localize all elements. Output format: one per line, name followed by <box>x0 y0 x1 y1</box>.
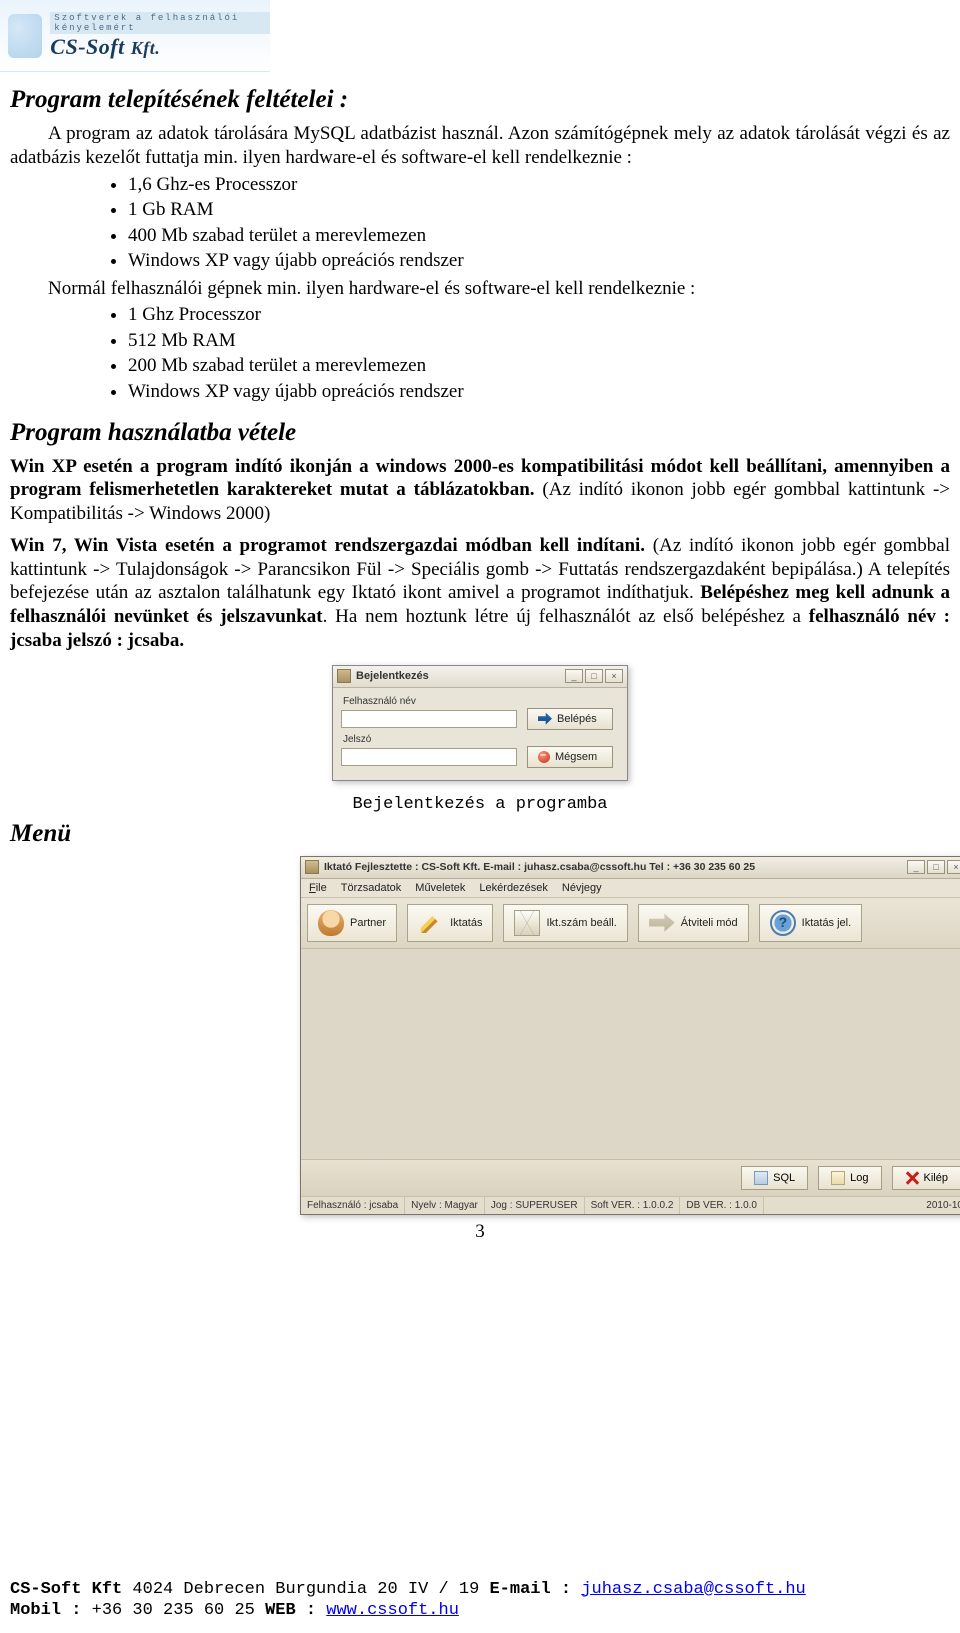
partner-icon <box>318 910 344 936</box>
toolbar-partner-button[interactable]: Partner <box>307 904 397 942</box>
enter-icon <box>538 713 552 725</box>
section-heading-requirements: Program telepítésének feltételei : <box>10 86 950 114</box>
sql-icon <box>754 1171 768 1185</box>
page-number: 3 <box>10 1221 950 1243</box>
section-heading-usage: Program használatba vétele <box>10 419 950 447</box>
toolbar-iktszam-button[interactable]: Ikt.szám beáll. <box>503 904 627 942</box>
footer-web-link[interactable]: www.cssoft.hu <box>326 1601 459 1620</box>
app-bottom-toolbar: SQL Log Kilép <box>301 1159 960 1196</box>
login-caption: Bejelentkezés a programba <box>10 795 950 814</box>
pencil-icon <box>418 910 444 936</box>
cancel-button-label: Mégsem <box>555 751 597 763</box>
stamp-icon <box>770 910 796 936</box>
menu-torzsadatok[interactable]: Törzsadatok <box>341 882 402 894</box>
toolbar-atviteli-button[interactable]: Átviteli mód <box>638 904 749 942</box>
menu-file[interactable]: File <box>309 882 327 894</box>
status-db-version: DB VER. : 1.0.0 <box>680 1197 764 1214</box>
login-titlebar: Bejelentkezés _ □ × <box>333 666 627 688</box>
toolbar-iktatas-button[interactable]: Iktatás <box>407 904 493 942</box>
status-soft-version: Soft VER. : 1.0.0.2 <box>585 1197 681 1214</box>
server-requirements-list: 1,6 Ghz-es Processzor 1 Gb RAM 400 Mb sz… <box>128 172 950 275</box>
app-menubar: File Törzsadatok Műveletek Lekérdezések … <box>301 879 960 898</box>
transfer-icon <box>649 910 675 936</box>
list-item: Windows XP vagy újabb opreációs rendszer <box>128 379 950 405</box>
login-window-screenshot: Bejelentkezés _ □ × Felhasználó név Belé… <box>332 665 628 781</box>
envelope-icon <box>514 910 540 936</box>
menu-nevjegy[interactable]: Névjegy <box>562 882 602 894</box>
usage-paragraph-xp: Win XP esetén a program indító ikonján a… <box>10 455 950 526</box>
exit-icon <box>905 1171 919 1185</box>
log-icon <box>831 1171 845 1185</box>
main-app-window-screenshot: Iktató Fejlesztette : CS-Soft Kft. E-mai… <box>300 856 960 1215</box>
usage-paragraph-win7: Win 7, Win Vista esetén a programot rend… <box>10 534 950 653</box>
list-item: 400 Mb szabad terület a merevlemezen <box>128 223 950 249</box>
list-item: 512 Mb RAM <box>128 328 950 354</box>
requirements-intro: A program az adatok tárolására MySQL ada… <box>10 122 950 170</box>
maximize-button[interactable]: □ <box>585 669 603 683</box>
list-item: 1 Gb RAM <box>128 197 950 223</box>
logo-tagline: Szoftverek a felhasználói kényelemért <box>50 12 270 34</box>
login-button[interactable]: Belépés <box>527 708 613 730</box>
window-icon <box>337 669 351 683</box>
login-window-title: Bejelentkezés <box>356 670 563 682</box>
page-footer: CS-Soft Kft 4024 Debrecen Burgundia 20 I… <box>0 1579 960 1622</box>
sql-button[interactable]: SQL <box>741 1166 808 1190</box>
username-input[interactable] <box>341 710 517 728</box>
company-logo-banner: Szoftverek a felhasználói kényelemért CS… <box>0 0 270 72</box>
minimize-button[interactable]: _ <box>565 669 583 683</box>
login-button-label: Belépés <box>557 713 597 725</box>
window-icon <box>305 860 319 874</box>
minimize-button[interactable]: _ <box>907 860 925 874</box>
cancel-icon <box>538 751 550 763</box>
maximize-button[interactable]: □ <box>927 860 945 874</box>
app-window-title: Iktató Fejlesztette : CS-Soft Kft. E-mai… <box>324 861 905 873</box>
footer-email-link[interactable]: juhasz.csaba@cssoft.hu <box>581 1580 805 1599</box>
app-titlebar: Iktató Fejlesztette : CS-Soft Kft. E-mai… <box>301 857 960 879</box>
app-statusbar: Felhasználó : jcsaba Nyelv : Magyar Jog … <box>301 1196 960 1214</box>
cancel-button[interactable]: Mégsem <box>527 746 613 768</box>
logo-graphic <box>8 14 42 58</box>
app-client-area <box>301 949 960 1159</box>
toolbar-iktjel-button[interactable]: Iktatás jel. <box>759 904 863 942</box>
section-heading-menu: Menü <box>10 820 950 848</box>
client-requirements-list: 1 Ghz Processzor 512 Mb RAM 200 Mb szaba… <box>128 302 950 405</box>
status-date: 2010-10 <box>764 1197 960 1214</box>
menu-lekerdezesek[interactable]: Lekérdezések <box>479 882 548 894</box>
menu-muveletek[interactable]: Műveletek <box>415 882 465 894</box>
close-button[interactable]: × <box>947 860 960 874</box>
password-input[interactable] <box>341 748 517 766</box>
list-item: Windows XP vagy újabb opreációs rendszer <box>128 248 950 274</box>
password-label: Jelszó <box>343 734 619 745</box>
status-user: Felhasználó : jcsaba <box>301 1197 405 1214</box>
client-requirements-intro: Normál felhasználói gépnek min. ilyen ha… <box>48 278 950 300</box>
username-label: Felhasználó név <box>343 696 619 707</box>
list-item: 1,6 Ghz-es Processzor <box>128 172 950 198</box>
logo-name: CS-Soft Kft. <box>50 34 270 60</box>
close-button[interactable]: × <box>605 669 623 683</box>
status-language: Nyelv : Magyar <box>405 1197 485 1214</box>
log-button[interactable]: Log <box>818 1166 881 1190</box>
list-item: 1 Ghz Processzor <box>128 302 950 328</box>
list-item: 200 Mb szabad terület a merevlemezen <box>128 353 950 379</box>
status-role: Jog : SUPERUSER <box>485 1197 585 1214</box>
app-toolbar: Partner Iktatás Ikt.szám beáll. Átviteli… <box>301 898 960 949</box>
exit-button[interactable]: Kilép <box>892 1166 960 1190</box>
